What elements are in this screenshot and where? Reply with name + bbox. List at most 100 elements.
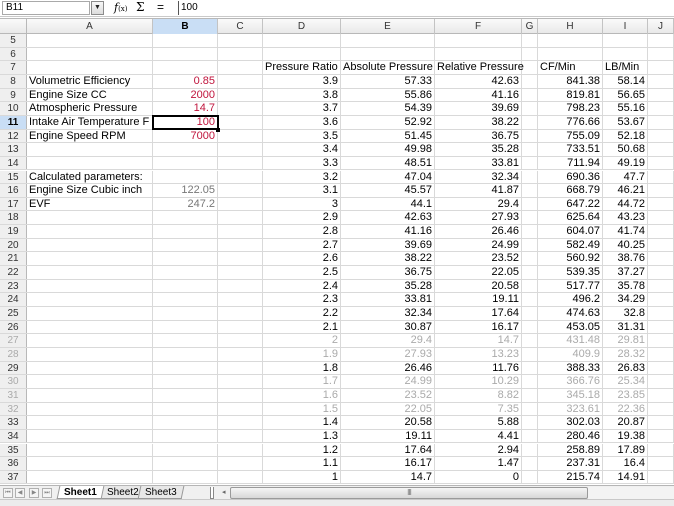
cell-d19[interactable]: 2.8 [263,225,341,238]
cell-h11[interactable]: 776.66 [538,115,603,129]
row-header[interactable]: 5 [0,34,27,47]
cell-e35[interactable]: 17.64 [341,443,435,457]
cell-g24[interactable] [522,293,538,306]
cell-c6[interactable] [218,47,263,61]
cell-c11[interactable] [218,115,263,129]
cell-h30[interactable]: 366.76 [538,375,603,388]
cell-h27[interactable]: 431.48 [538,334,603,347]
row-header[interactable]: 19 [0,225,27,238]
cell-j20[interactable] [648,238,674,252]
cell-d6[interactable] [263,47,341,61]
cell-j5[interactable] [648,34,674,47]
cell-i14[interactable]: 49.19 [603,156,648,170]
cell-b8[interactable]: 0.85 [153,74,218,88]
cell-c27[interactable] [218,334,263,347]
cell-b7[interactable] [153,61,218,74]
cell-g15[interactable] [522,170,538,184]
cell-b10[interactable]: 14.7 [153,102,218,115]
cell-j12[interactable] [648,129,674,143]
cell-h35[interactable]: 258.89 [538,443,603,457]
cell-e34[interactable]: 19.11 [341,429,435,443]
cell-b14[interactable] [153,156,218,170]
cell-b29[interactable] [153,361,218,375]
cell-i32[interactable]: 22.36 [603,402,648,416]
cell-e30[interactable]: 24.99 [341,375,435,388]
cell-f21[interactable]: 23.52 [435,252,522,266]
cell-d35[interactable]: 1.2 [263,443,341,457]
cell-h37[interactable]: 215.74 [538,470,603,484]
cell-h26[interactable]: 453.05 [538,320,603,334]
row-header[interactable]: 15 [0,170,27,184]
cell-f37[interactable]: 0 [435,470,522,484]
row-header[interactable]: 7 [0,61,27,74]
last-sheet-icon[interactable]: ⏭ [42,488,52,498]
cell-j35[interactable] [648,443,674,457]
cell-f20[interactable]: 24.99 [435,238,522,252]
cell-a6[interactable] [27,47,153,61]
cell-h24[interactable]: 496.2 [538,293,603,306]
row-header[interactable]: 18 [0,211,27,225]
cell-e9[interactable]: 55.86 [341,88,435,102]
cell-e14[interactable]: 48.51 [341,156,435,170]
cell-f34[interactable]: 4.41 [435,429,522,443]
cell-j30[interactable] [648,375,674,388]
formula-input[interactable] [178,1,672,15]
first-sheet-icon[interactable]: ⏮ [3,488,13,498]
cell-h28[interactable]: 409.9 [538,347,603,361]
cell-a33[interactable] [27,416,153,429]
select-all-corner[interactable] [0,19,27,34]
cell-j37[interactable] [648,470,674,484]
cell-d36[interactable]: 1.1 [263,457,341,470]
row-header[interactable]: 34 [0,429,27,443]
cell-h15[interactable]: 690.36 [538,170,603,184]
cell-b15[interactable] [153,170,218,184]
cell-a15[interactable]: Calculated parameters: [27,170,153,184]
cell-h12[interactable]: 755.09 [538,129,603,143]
cell-b22[interactable] [153,266,218,279]
cell-h33[interactable]: 302.03 [538,416,603,429]
cell-j32[interactable] [648,402,674,416]
cell-i26[interactable]: 31.31 [603,320,648,334]
cell-g35[interactable] [522,443,538,457]
cell-a22[interactable] [27,266,153,279]
cell-b31[interactable] [153,388,218,402]
cell-f30[interactable]: 10.29 [435,375,522,388]
cell-g25[interactable] [522,307,538,320]
cell-j25[interactable] [648,307,674,320]
cell-c8[interactable] [218,74,263,88]
scrollbar-thumb[interactable]: III [230,487,588,499]
cell-e17[interactable]: 44.1 [341,197,435,211]
cell-h10[interactable]: 798.23 [538,102,603,115]
row-header[interactable]: 16 [0,184,27,197]
cell-h14[interactable]: 711.94 [538,156,603,170]
cell-d24[interactable]: 2.3 [263,293,341,306]
cell-f7[interactable]: Relative Pressure [435,61,524,74]
cell-b23[interactable] [153,279,218,293]
cell-g34[interactable] [522,429,538,443]
cell-f26[interactable]: 16.17 [435,320,522,334]
cell-i5[interactable] [603,34,648,47]
cell-a29[interactable] [27,361,153,375]
cell-h34[interactable]: 280.46 [538,429,603,443]
cell-j22[interactable] [648,266,674,279]
cell-i11[interactable]: 53.67 [603,115,648,129]
row-header[interactable]: 13 [0,143,27,156]
tab-sheet3[interactable]: Sheet3 [137,486,185,499]
cell-i35[interactable]: 17.89 [603,443,648,457]
cell-j24[interactable] [648,293,674,306]
cell-i31[interactable]: 23.85 [603,388,648,402]
cell-g27[interactable] [522,334,538,347]
cell-e37[interactable]: 14.7 [341,470,435,484]
cell-i33[interactable]: 20.87 [603,416,648,429]
cell-a27[interactable] [27,334,153,347]
cell-a37[interactable] [27,470,153,484]
cell-j28[interactable] [648,347,674,361]
cell-c32[interactable] [218,402,263,416]
cell-g19[interactable] [522,225,538,238]
cell-h13[interactable]: 733.51 [538,143,603,156]
cell-g12[interactable] [522,129,538,143]
cell-c34[interactable] [218,429,263,443]
cell-d9[interactable]: 3.8 [263,88,341,102]
cell-g33[interactable] [522,416,538,429]
cell-i29[interactable]: 26.83 [603,361,648,375]
